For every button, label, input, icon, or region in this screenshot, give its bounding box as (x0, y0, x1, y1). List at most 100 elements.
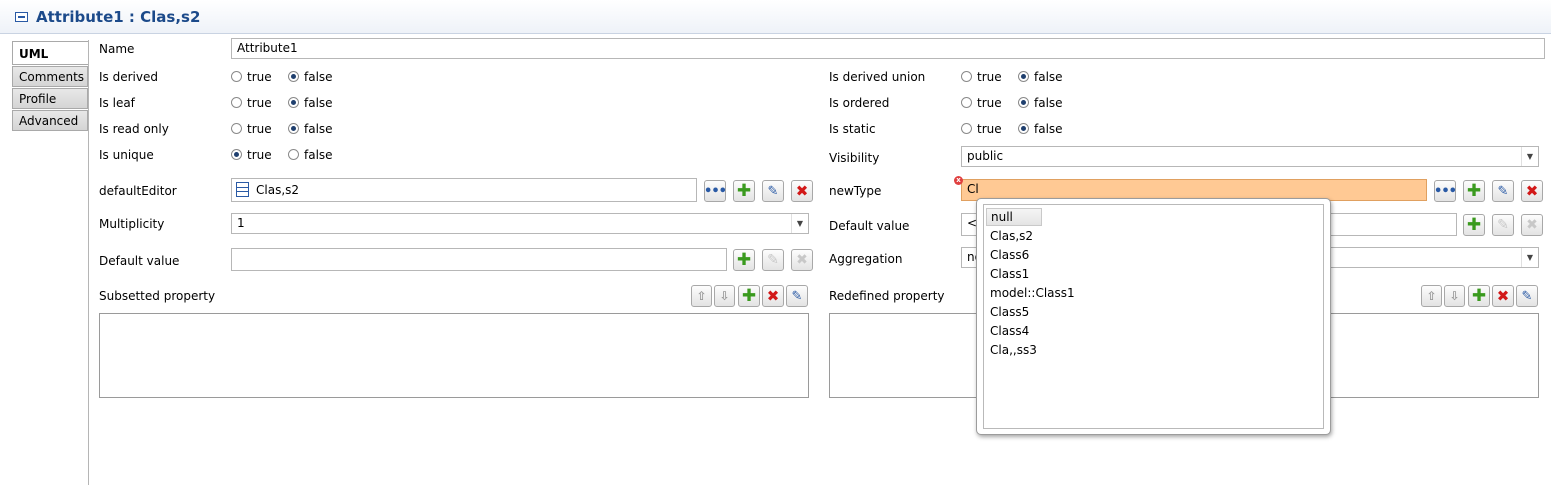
is-derived-true-radio[interactable] (231, 71, 242, 82)
name-input[interactable]: Attribute1 (231, 38, 1545, 59)
delete-subsetted-button[interactable]: ✖ (762, 285, 784, 307)
is-derived-union-true-label: true (977, 70, 1002, 84)
is-leaf-true-radio[interactable] (231, 97, 242, 108)
tab-uml[interactable]: UML (12, 41, 88, 65)
is-static-true-label: true (977, 122, 1002, 136)
is-static-false-label: false (1034, 122, 1063, 136)
delete-right-default-value-button[interactable]: ✖ (1521, 214, 1543, 236)
is-leaf-label: Is leaf (99, 96, 135, 110)
name-label: Name (99, 42, 135, 56)
is-derived-true-label: true (247, 70, 272, 84)
is-static-label: Is static (829, 122, 876, 136)
editor-title-bar (0, 0, 1551, 34)
new-type-delete-button[interactable]: ✖ (1521, 180, 1543, 202)
add-button[interactable]: ✚ (733, 180, 755, 202)
browse-button[interactable]: ••• (704, 180, 727, 202)
autocomplete-item[interactable]: Clas,s2 (990, 229, 1033, 243)
add-redefined-button[interactable]: ✚ (1468, 285, 1490, 307)
edit-default-value-button[interactable]: ✎ (762, 249, 784, 271)
multiplicity-combo[interactable]: 1 ▼ (231, 213, 809, 234)
error-icon: x (954, 176, 963, 185)
is-leaf-true-label: true (247, 96, 272, 110)
delete-default-value-button[interactable]: ✖ (791, 249, 813, 271)
autocomplete-item-null[interactable]: null (986, 208, 1042, 226)
autocomplete-item[interactable]: Class4 (990, 324, 1029, 338)
new-type-browse-button[interactable]: ••• (1434, 180, 1457, 202)
delete-button[interactable]: ✖ (791, 180, 813, 202)
add-subsetted-button[interactable]: ✚ (738, 285, 760, 307)
tab-advanced[interactable]: Advanced (12, 110, 88, 131)
add-right-default-value-button[interactable]: ✚ (1463, 214, 1485, 236)
is-ordered-label: Is ordered (829, 96, 890, 110)
default-editor-value: Clas,s2 (256, 183, 300, 197)
class-icon (236, 182, 249, 197)
visibility-combo[interactable]: public ▼ (961, 146, 1539, 167)
is-derived-union-false-label: false (1034, 70, 1063, 84)
is-unique-true-radio[interactable] (231, 149, 242, 160)
is-derived-label: Is derived (99, 70, 158, 84)
is-read-only-true-radio[interactable] (231, 123, 242, 134)
add-default-value-button[interactable]: ✚ (733, 249, 755, 271)
chevron-down-icon[interactable]: ▼ (791, 214, 808, 233)
subsetted-property-label: Subsetted property (99, 289, 216, 303)
redefined-property-label: Redefined property (829, 289, 945, 303)
new-type-add-button[interactable]: ✚ (1463, 180, 1485, 202)
autocomplete-item[interactable]: Class5 (990, 305, 1029, 319)
visibility-value: public (967, 149, 1004, 163)
is-unique-false-label: false (304, 148, 333, 162)
is-leaf-false-label: false (304, 96, 333, 110)
is-static-true-radio[interactable] (961, 123, 972, 134)
default-editor-label: defaultEditor (99, 184, 177, 198)
tab-profile[interactable]: Profile (12, 88, 88, 109)
is-ordered-false-radio[interactable] (1018, 97, 1029, 108)
autocomplete-item[interactable]: Class6 (990, 248, 1029, 262)
new-type-edit-button[interactable]: ✎ (1492, 180, 1514, 202)
multiplicity-label: Multiplicity (99, 217, 165, 231)
chevron-down-icon[interactable]: ▼ (1521, 147, 1538, 166)
is-derived-union-false-radio[interactable] (1018, 71, 1029, 82)
new-type-label: newType (829, 184, 882, 198)
is-derived-union-true-radio[interactable] (961, 71, 972, 82)
multiplicity-value: 1 (237, 216, 245, 230)
chevron-down-icon[interactable]: ▼ (1521, 248, 1538, 267)
is-derived-false-label: false (304, 70, 333, 84)
move-up-icon[interactable]: ⇧ (1421, 285, 1442, 307)
is-read-only-true-label: true (247, 122, 272, 136)
autocomplete-item[interactable]: Cla,,ss3 (990, 343, 1037, 357)
default-value-input[interactable] (231, 248, 727, 271)
move-up-icon[interactable]: ⇧ (691, 285, 712, 307)
is-ordered-true-radio[interactable] (961, 97, 972, 108)
edit-right-default-value-button[interactable]: ✎ (1492, 214, 1514, 236)
visibility-label: Visibility (829, 151, 880, 165)
autocomplete-item[interactable]: Class1 (990, 267, 1029, 281)
type-autocomplete-popup: null Clas,s2 Class6 Class1 model::Class1… (976, 198, 1331, 435)
is-ordered-false-label: false (1034, 96, 1063, 110)
edit-redefined-button[interactable]: ✎ (1516, 285, 1538, 307)
tab-comments[interactable]: Comments (12, 66, 88, 87)
is-static-false-radio[interactable] (1018, 123, 1029, 134)
is-read-only-false-label: false (304, 122, 333, 136)
is-unique-false-radio[interactable] (288, 149, 299, 160)
right-default-value-label: Default value (829, 219, 910, 233)
delete-redefined-button[interactable]: ✖ (1492, 285, 1514, 307)
move-down-icon[interactable]: ⇩ (1444, 285, 1465, 307)
is-read-only-false-radio[interactable] (288, 123, 299, 134)
is-leaf-false-radio[interactable] (288, 97, 299, 108)
is-derived-union-label: Is derived union (829, 70, 926, 84)
default-value-label: Default value (99, 254, 180, 268)
subsetted-property-list[interactable] (99, 313, 809, 398)
aggregation-label: Aggregation (829, 252, 903, 266)
page-title: Attribute1 : Clas,s2 (36, 8, 201, 26)
property-icon (15, 12, 28, 22)
edit-subsetted-button[interactable]: ✎ (786, 285, 808, 307)
is-ordered-true-label: true (977, 96, 1002, 110)
autocomplete-list: null Clas,s2 Class6 Class1 model::Class1… (983, 204, 1324, 429)
is-unique-label: Is unique (99, 148, 154, 162)
is-unique-true-label: true (247, 148, 272, 162)
edit-button[interactable]: ✎ (762, 180, 784, 202)
is-derived-false-radio[interactable] (288, 71, 299, 82)
autocomplete-item[interactable]: model::Class1 (990, 286, 1075, 300)
default-editor-field[interactable]: Clas,s2 (231, 178, 697, 202)
is-read-only-label: Is read only (99, 122, 169, 136)
move-down-icon[interactable]: ⇩ (714, 285, 735, 307)
